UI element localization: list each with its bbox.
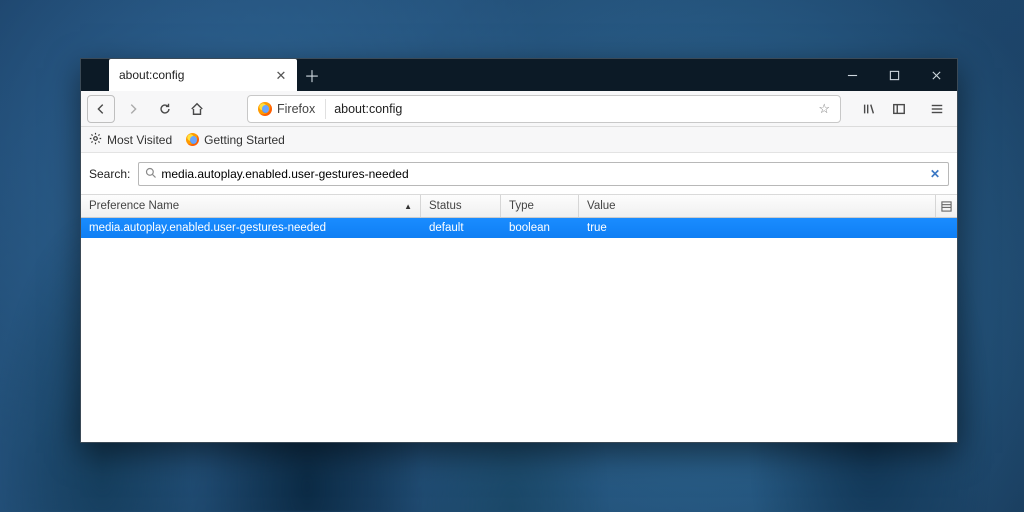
browser-window: about:config ✕ ＋: [80, 58, 958, 443]
bookmark-label: Most Visited: [107, 133, 172, 147]
reload-button[interactable]: [151, 95, 179, 123]
table-header: Preference Name ▲ Status Type Value: [81, 194, 957, 218]
search-row: Search: ✕: [81, 154, 957, 194]
library-button[interactable]: [855, 95, 883, 123]
new-tab-button[interactable]: ＋: [297, 59, 327, 91]
home-button[interactable]: [183, 95, 211, 123]
table-body: media.autoplay.enabled.user-gestures-nee…: [81, 218, 957, 442]
menu-button[interactable]: [923, 95, 951, 123]
toolbar-right: [855, 95, 951, 123]
minimize-button[interactable]: [831, 59, 873, 91]
url-input[interactable]: [326, 102, 812, 116]
sidebar-button[interactable]: [885, 95, 913, 123]
column-header-name[interactable]: Preference Name ▲: [81, 195, 421, 217]
back-button[interactable]: [87, 95, 115, 123]
titlebar: about:config ✕ ＋: [81, 59, 957, 91]
column-label: Preference Name: [89, 200, 179, 212]
tab-strip-leading-space: [81, 59, 109, 91]
content-area: Search: ✕ Preference Name ▲ Status Type: [81, 153, 957, 442]
column-picker-button[interactable]: [935, 195, 957, 217]
sort-ascending-icon: ▲: [404, 202, 412, 211]
search-input[interactable]: [161, 167, 926, 181]
cell-type: boolean: [501, 222, 579, 234]
column-label: Value: [587, 200, 616, 212]
bookmark-star-icon[interactable]: ☆: [812, 101, 836, 117]
tab-active[interactable]: about:config ✕: [109, 59, 297, 91]
forward-button[interactable]: [119, 95, 147, 123]
bookmark-getting-started[interactable]: Getting Started: [186, 133, 285, 147]
firefox-icon: [258, 102, 272, 116]
search-icon: [145, 167, 157, 182]
bookmark-most-visited[interactable]: Most Visited: [89, 132, 172, 148]
bookmark-label: Getting Started: [204, 133, 285, 147]
search-box[interactable]: ✕: [138, 162, 949, 186]
search-label: Search:: [89, 167, 130, 181]
tab-close-icon[interactable]: ✕: [273, 67, 289, 83]
table-row[interactable]: media.autoplay.enabled.user-gestures-nee…: [81, 218, 957, 238]
column-header-type[interactable]: Type: [501, 195, 579, 217]
cell-status: default: [421, 222, 501, 234]
clear-search-icon[interactable]: ✕: [926, 166, 944, 182]
identity-box[interactable]: Firefox: [252, 99, 326, 119]
window-controls: [831, 59, 957, 91]
url-bar[interactable]: Firefox ☆: [247, 95, 841, 123]
column-header-status[interactable]: Status: [421, 195, 501, 217]
close-button[interactable]: [915, 59, 957, 91]
cell-name: media.autoplay.enabled.user-gestures-nee…: [81, 222, 421, 234]
nav-toolbar: Firefox ☆: [81, 91, 957, 127]
firefox-icon: [186, 133, 199, 146]
cell-value: true: [579, 222, 957, 234]
maximize-button[interactable]: [873, 59, 915, 91]
column-label: Status: [429, 200, 462, 212]
tab-title: about:config: [119, 68, 273, 82]
column-header-value[interactable]: Value: [579, 195, 935, 217]
bookmarks-toolbar: Most Visited Getting Started: [81, 127, 957, 153]
identity-label: Firefox: [277, 102, 315, 116]
gear-icon: [89, 132, 102, 148]
column-label: Type: [509, 200, 534, 212]
